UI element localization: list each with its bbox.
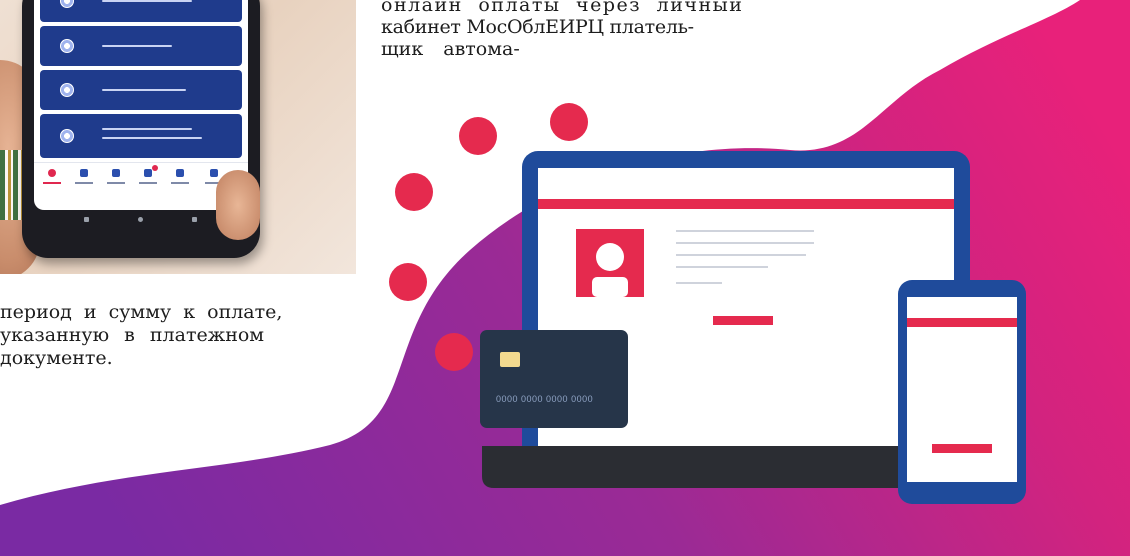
article-text-bottom: период и сумму к оплате, указанную в пла…	[0, 301, 340, 370]
gear-icon	[60, 0, 74, 8]
nav-icon	[112, 169, 120, 177]
gear-icon	[60, 83, 74, 97]
online-payment-illustration: 0000 0000 0000 0000	[389, 103, 1026, 504]
app-menu-button-2	[40, 26, 242, 66]
nav-icon	[176, 169, 184, 177]
decor-dot	[550, 103, 588, 141]
text-line: щик автома-	[381, 38, 520, 60]
app-menu-button-1	[40, 0, 242, 22]
gear-icon	[60, 39, 74, 53]
nav-icon	[210, 169, 218, 177]
home-icon	[48, 169, 56, 177]
nav-icon	[144, 169, 152, 177]
article-text-top: онлайн оплаты через личный кабинет МосОб…	[381, 0, 751, 60]
thumb-image	[216, 170, 260, 240]
app-menu-button-4	[40, 114, 242, 158]
app-screen	[34, 0, 248, 210]
gear-icon	[60, 129, 74, 143]
credit-card: 0000 0000 0000 0000	[480, 330, 628, 428]
text-line: кабинет МосОблЕИРЦ платель-	[381, 16, 694, 38]
decor-dot	[389, 263, 427, 301]
decor-dot	[395, 173, 433, 211]
decor-dot	[435, 333, 473, 371]
nav-icon	[80, 169, 88, 177]
notification-dot	[152, 165, 158, 171]
phone-photo	[0, 0, 356, 274]
smartphone-illustration	[898, 280, 1026, 504]
app-menu-button-3	[40, 70, 242, 110]
text-line: указанную в платежном	[0, 324, 265, 346]
text-line: документе.	[0, 347, 113, 369]
text-line: период и сумму к оплате,	[0, 301, 283, 323]
text-line: онлайн оплаты через личный	[381, 0, 744, 16]
card-number: 0000 0000 0000 0000	[496, 394, 593, 404]
decor-dot	[459, 117, 497, 155]
laptop	[482, 151, 970, 488]
